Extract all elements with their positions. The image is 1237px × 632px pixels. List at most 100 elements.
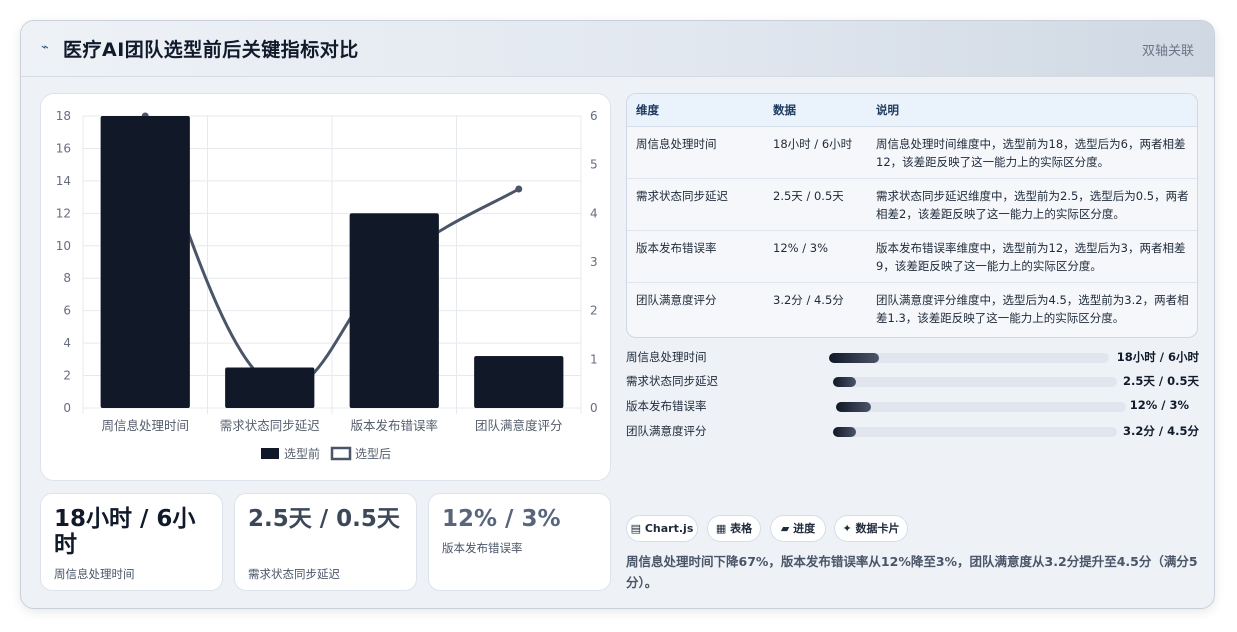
column-header: 数据: [764, 94, 867, 127]
table-cell: 周信息处理时间维度中，选型前为18，选型后为6，两者相差12，该差距反映了这一能…: [867, 126, 1197, 179]
y-right-tick-label: 5: [590, 158, 598, 172]
chart-panel: 0 2 4 6 8 10 12 14 16 18 0 1 2 3 4 5 6 周信息处理时间 需求状态同步延迟 版本发…: [40, 93, 611, 481]
bar-选型前: [225, 367, 315, 408]
legend-swatch: [261, 448, 279, 459]
y-right-tick-label: 2: [590, 304, 598, 318]
stat-value: 2.5天 / 0.5天: [248, 506, 400, 532]
progress-track: [829, 353, 1109, 363]
progress-track: [833, 377, 1117, 387]
table-row: 周信息处理时间 18小时 / 6小时 周信息处理时间维度中，选型前为18，选型后…: [627, 126, 1197, 179]
legend-label: 选型前: [284, 446, 320, 461]
table-cell: 3.2分 / 4.5分: [773, 293, 844, 307]
point-选型后: [515, 185, 523, 193]
progress-label: 需求状态同步延迟: [626, 374, 718, 388]
y-left-tick-label: 2: [63, 369, 71, 383]
progress-value: 3.2分 / 4.5分: [1123, 424, 1199, 438]
x-tick-label: 需求状态同步延迟: [220, 418, 321, 433]
legend-label: 选型后: [355, 447, 391, 461]
stat-label: 需求状态同步延迟: [248, 567, 340, 581]
progress-label: 团队满意度评分: [626, 424, 707, 438]
x-tick-label: 版本发布错误率: [350, 418, 438, 433]
bar-选型前: [349, 213, 439, 408]
chip-label: Chart.js: [644, 522, 694, 535]
x-tick-label: 周信息处理时间: [101, 418, 189, 433]
progress-row: 版本发布错误率 12% / 3%: [626, 398, 1199, 416]
stat-card: 12% / 3% 版本发布错误率: [428, 493, 611, 591]
table-cell: 18小时 / 6小时: [764, 126, 867, 179]
progress-value: 18小时 / 6小时: [1116, 350, 1199, 364]
y-left-tick-label: 14: [56, 174, 71, 188]
y-left-tick-label: 0: [63, 401, 71, 415]
table-cell: 需求状态同步延迟: [627, 178, 764, 231]
table-row: 需求状态同步延迟 2.5天 / 0.5天 需求状态同步延迟维度中，选型前为2.5…: [627, 178, 1197, 231]
summary-text: 周信息处理时间下降67%，版本发布错误率从12%降至3%，团队满意度从3.2分提…: [626, 554, 1198, 590]
table-cell: 周信息处理时间: [627, 126, 764, 179]
progress-row: 周信息处理时间 18小时 / 6小时: [626, 349, 1199, 367]
chip-label: 进度: [793, 522, 816, 535]
table-cell: 12% / 3%: [764, 230, 867, 283]
stat-value: 12% / 3%: [442, 506, 561, 532]
y-right-tick-label: 1: [590, 352, 598, 366]
table-cell: 团队满意度评分: [636, 293, 717, 307]
stat-card: 18小时 / 6小时 周信息处理时间: [40, 493, 223, 591]
table-cell: 需求状态同步延迟维度中，选型前为2.5，选型后为0.5，两者相差2，该差距反映了…: [867, 178, 1197, 231]
y-left-tick-label: 10: [56, 239, 71, 253]
column-header: 维度: [627, 94, 764, 127]
bar-选型前: [474, 356, 564, 408]
table-row: 团队满意度评分 3.2分 / 4.5分 团队满意度评分维度中，选型后为4.5，选…: [627, 283, 1197, 335]
progress-value: 2.5天 / 0.5天: [1123, 374, 1199, 388]
trend-line-icon: ⌁: [41, 40, 49, 55]
progress-fill: [829, 353, 880, 363]
stat-label: 版本发布错误率: [442, 541, 523, 555]
x-tick-label: 团队满意度评分: [475, 418, 563, 433]
chip-label: 数据卡片: [855, 522, 900, 535]
table-row: 版本发布错误率 12% / 3% 版本发布错误率维度中，选型前为12，选型后为3…: [627, 230, 1197, 283]
progress-label: 版本发布错误率: [626, 399, 707, 413]
progress-track: [836, 402, 1126, 412]
progress-value: 12% / 3%: [1129, 398, 1189, 412]
y-left-tick-label: 6: [63, 304, 71, 318]
table-header-row: 维度 数据 说明: [627, 94, 1197, 127]
y-left-tick-label: 18: [56, 109, 71, 123]
y-left-tick-label: 12: [56, 206, 71, 220]
y-left-tick-label: 16: [56, 141, 71, 155]
chip-progress[interactable]: ▰ 进度: [770, 515, 826, 542]
header-bar: ⌁ 医疗AI团队选型前后关键指标对比 双轴关联: [21, 21, 1214, 77]
table-cell: 团队满意度评分维度中，选型后为4.5，选型前为3.2，两者相差1.3，该差距反映…: [876, 293, 1189, 325]
progress-label: 周信息处理时间: [626, 350, 707, 364]
chart-icon: ▤: [630, 522, 642, 535]
progress-fill: [836, 402, 871, 412]
comparison-table: 维度 数据 说明 周信息处理时间 18小时 / 6小时 周信息处理时间维度中，选…: [626, 93, 1198, 338]
chip-datacard[interactable]: ✦ 数据卡片: [834, 515, 908, 542]
progress-icon: ▰: [780, 522, 790, 535]
chip-chartjs[interactable]: ▤ Chart.js: [626, 515, 698, 542]
progress-fill: [833, 377, 856, 387]
y-left-tick-label: 4: [63, 336, 71, 350]
dual-axis-tag[interactable]: 双轴关联: [1142, 40, 1194, 59]
legend-swatch: [330, 446, 352, 461]
table-cell: 2.5天 / 0.5天: [764, 178, 867, 231]
y-right-tick-label: 3: [590, 255, 598, 269]
y-right-tick-label: 6: [590, 109, 598, 123]
combo-chart: 0246810121416180123456周信息处理时间 需求状态同步延迟 版本发…: [56, 109, 598, 461]
bar-选型前: [100, 116, 190, 408]
stat-label: 周信息处理时间: [54, 567, 135, 581]
y-right-tick-label: 4: [590, 206, 598, 220]
progress-track: [833, 427, 1117, 437]
stat-value: 18小时 / 6小时: [54, 506, 196, 558]
page-title: 医疗AI团队选型前后关键指标对比: [63, 39, 359, 61]
chip-table[interactable]: ▦ 表格: [707, 515, 761, 542]
table-cell: 版本发布错误率维度中，选型前为12，选型后为3，两者相差9，该差距反映了这一能力…: [867, 230, 1197, 283]
table-cell: 版本发布错误率: [627, 230, 764, 283]
sparkle-icon: ✦: [842, 522, 852, 535]
table-icon: ▦: [715, 522, 727, 535]
y-right-tick-label: 0: [590, 401, 598, 415]
dashboard-card: ⌁ 医疗AI团队选型前后关键指标对比 双轴关联 0 2 4 6 8 10 12 14 16 18 0…: [20, 20, 1215, 609]
y-left-tick-label: 8: [63, 271, 71, 285]
stat-card: 2.5天 / 0.5天 需求状态同步延迟: [234, 493, 417, 591]
column-header: 说明: [867, 94, 1197, 127]
progress-fill: [833, 427, 856, 437]
progress-row: 需求状态同步延迟 2.5天 / 0.5天: [626, 373, 1199, 391]
chip-label: 表格: [730, 522, 753, 535]
progress-row: 团队满意度评分 3.2分 / 4.5分: [626, 423, 1199, 441]
